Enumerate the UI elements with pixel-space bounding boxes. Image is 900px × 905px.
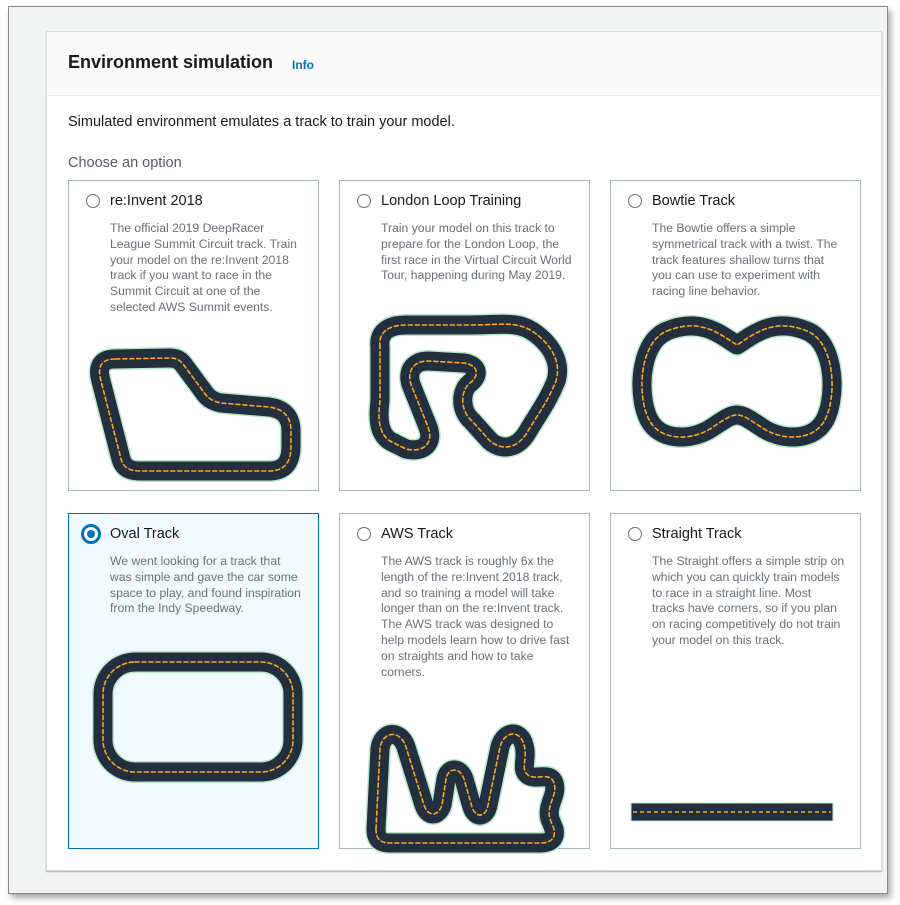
bowtie-track-icon (631, 314, 843, 449)
radio-reinvent-2018[interactable] (86, 194, 100, 208)
track-card-straight[interactable]: Straight Track The Straight offers a sim… (610, 513, 861, 849)
info-link[interactable]: Info (292, 58, 314, 72)
reinvent-2018-track-icon (88, 347, 302, 482)
track-description: The official 2019 DeepRacer League Summi… (110, 221, 297, 314)
track-description: We went looking for a track that was sim… (110, 554, 301, 616)
radio-london-loop[interactable] (357, 194, 371, 208)
track-description: The Bowtie offers a simple symmetrical t… (652, 221, 838, 299)
track-title: London Loop Training (381, 193, 522, 209)
track-description: Train your model on this track to prepar… (381, 221, 572, 283)
track-title: re:Invent 2018 (110, 193, 203, 209)
track-title: Oval Track (110, 526, 180, 542)
track-title: Bowtie Track (652, 193, 735, 209)
environment-simulation-panel: Environment simulation Info Simulated en… (46, 31, 882, 871)
track-card-oval[interactable]: Oval Track We went looking for a track t… (68, 513, 319, 849)
page-title: Environment simulation (68, 52, 274, 72)
track-title: AWS Track (381, 526, 453, 542)
section-description: Simulated environment emulates a track t… (68, 114, 455, 130)
track-description: The Straight offers a simple strip on wh… (652, 554, 845, 647)
radio-bowtie[interactable] (628, 194, 642, 208)
london-loop-track-icon (368, 313, 569, 461)
choose-option-label: Choose an option (68, 155, 182, 171)
radio-oval[interactable] (81, 524, 101, 544)
track-card-bowtie[interactable]: Bowtie Track The Bowtie offers a simple … (610, 180, 861, 491)
panel-header: Environment simulation Info (47, 32, 881, 96)
track-card-aws[interactable]: AWS Track The AWS track is roughly 6x th… (339, 513, 590, 854)
track-description: The AWS track is roughly 6x the length o… (381, 554, 570, 679)
radio-straight[interactable] (628, 527, 642, 541)
track-card-london-loop[interactable]: London Loop Training Train your model on… (339, 180, 590, 491)
straight-track-icon (630, 802, 834, 822)
oval-track-icon (92, 651, 304, 783)
track-title: Straight Track (652, 526, 742, 542)
aws-track-icon (365, 723, 566, 854)
radio-aws[interactable] (357, 527, 371, 541)
track-card-reinvent-2018[interactable]: re:Invent 2018 The official 2019 DeepRac… (68, 180, 319, 491)
